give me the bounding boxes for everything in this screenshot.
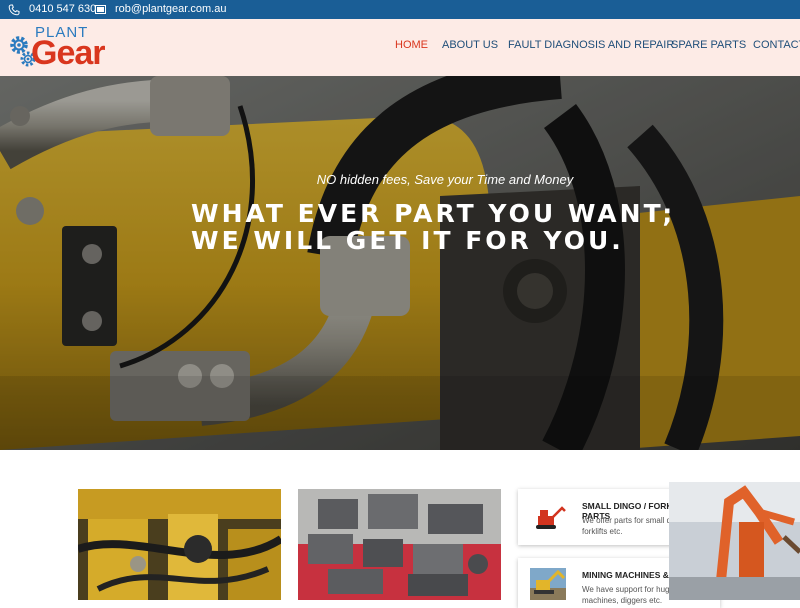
hero-headline-line2: WE WILL GET IT FOR YOU. <box>191 226 624 255</box>
hero-banner: NO hidden fees, Save your Time and Money… <box>0 76 800 450</box>
phone-number[interactable]: 0410 547 630 <box>29 0 96 19</box>
email-contact[interactable]: rob@plantgear.com.au <box>95 0 226 19</box>
dingo-machine-icon <box>536 506 566 529</box>
mining-digger-icon <box>530 568 566 600</box>
top-contact-bar: 0410 547 630 rob@plantgear.com.au <box>0 0 800 19</box>
phone-contact[interactable]: 0410 547 630 <box>8 0 96 19</box>
hero-headline: WHAT EVER PART YOU WANT; WE WILL GET IT … <box>191 200 675 254</box>
site-header: PLANT Gear HOME ABOUT US FAULT DIAGNOSIS… <box>0 19 800 76</box>
nav-about-us[interactable]: ABOUT US <box>442 39 498 51</box>
spare-parts-photo[interactable] <box>298 489 501 600</box>
phone-icon <box>8 4 20 16</box>
hero-machinery-image <box>0 76 800 450</box>
services-section: SMALL DINGO / FORKLIFT PARTS We offer pa… <box>0 450 800 608</box>
email-address[interactable]: rob@plantgear.com.au <box>115 0 226 19</box>
engine-bay-photo[interactable] <box>78 489 281 600</box>
nav-spare-parts[interactable]: SPARE PARTS <box>671 39 746 51</box>
hero-tagline: NO hidden fees, Save your Time and Money <box>316 172 574 187</box>
hero-headline-line1: WHAT EVER PART YOU WANT; <box>191 199 676 228</box>
main-nav: HOME ABOUT US FAULT DIAGNOSIS AND REPAIR… <box>0 19 800 76</box>
nav-contact[interactable]: CONTACT <box>753 39 800 51</box>
nav-home[interactable]: HOME <box>395 39 428 51</box>
nav-fault-diagnosis-repair[interactable]: FAULT DIAGNOSIS AND REPAIR <box>508 39 674 51</box>
envelope-icon <box>95 5 106 14</box>
excavator-photo[interactable] <box>669 482 800 600</box>
